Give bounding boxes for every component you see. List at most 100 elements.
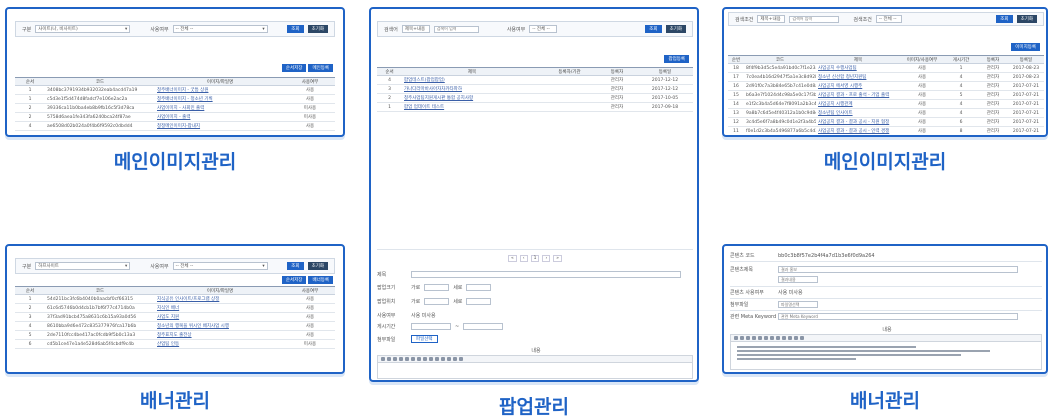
title-link[interactable]: 청소년 신선함 청년지원팀 [816,72,900,82]
search-button[interactable]: 조회 [287,25,304,33]
use-select[interactable]: -- 전체 -- [529,25,558,33]
title-link[interactable]: 사업공지 에서영 시행주 [816,81,900,91]
title-link[interactable]: 사업공지 시행관계 [816,99,900,109]
table-row[interactable]: 2 39336ca11b0ba4eb8b9fb16c5f3d78ca 사업이미지 -… [15,103,335,113]
table-row[interactable]: 5 2de7110fcc4be417ac0fcdb9f5b0c13a3 청주표지도 … [15,330,335,340]
title-link[interactable]: 사업공지 수행사업팀 [816,63,900,73]
undo-icon[interactable] [453,357,457,361]
table-row[interactable]: 3 가나다라마바사아자차카타파하 관리자 2017-12-12 [377,84,693,94]
table-row[interactable]: 139a8b7c6d5e4f40312a1b0c9d8e7f6a5b청소년팀 인… [728,108,1044,118]
underline-icon[interactable] [746,336,750,340]
y-input[interactable] [466,298,492,305]
align-left-icon[interactable] [411,357,415,361]
start-date-input[interactable] [411,323,451,330]
table-icon[interactable] [800,336,804,340]
search-type-select[interactable]: 제목+내용 [757,15,786,23]
list-icon[interactable] [429,357,433,361]
title-link[interactable]: 사업공지 결과 - 결과 공시 - 운영 철정 [816,136,900,138]
redo-icon[interactable] [459,357,463,361]
table-row[interactable]: 14e1f2c3b4a5d64e7f8091a2b3c4d5e6f7사업공지 시… [728,99,1044,109]
use-select[interactable]: -- 전체 -- ▾ [172,262,268,270]
link-icon[interactable] [435,357,439,361]
image-name-link[interactable]: 청정메인이미지-팝내지 [155,121,285,131]
image-name-link[interactable]: 청주배너이미지 - 청소년 기획 [155,94,285,104]
table-row[interactable]: 1 팝업 업데이트 테스트 관리자 2017-09-18 [377,102,693,112]
table-row[interactable]: 177c0ea4b16d2947f5a1e3c8d92b6f0a37청소년 신선… [728,72,1044,82]
last-page-button[interactable]: » [553,254,563,262]
type-select[interactable]: 사이트(나, 비사이트) ▾ [35,25,131,33]
file-select-button[interactable]: 파일선택 [411,335,438,343]
width-input[interactable] [424,284,450,291]
search-button[interactable]: 조회 [996,15,1013,23]
image-name-link[interactable]: 사업이미지 - 출력 [155,112,285,122]
link-icon[interactable] [788,336,792,340]
banner-name-link[interactable]: 지식인 배너 [155,303,285,313]
bold-icon[interactable] [381,357,385,361]
italic-icon[interactable] [740,336,744,340]
align-center-icon[interactable] [770,336,774,340]
use-radio-group[interactable]: 사용 미사용 [778,289,803,296]
table-row[interactable]: 188f4f9b3d5c5e4a91bd0c7f1e23a4b610사업공지 수… [728,63,1044,73]
italic-icon[interactable] [387,357,391,361]
image-name-link[interactable]: 청주배너이미지 - 굿틈 상원 [155,85,285,95]
file-input[interactable]: 파일명선택 [778,301,818,308]
table-row[interactable]: 105b6c7d8e9f0a41b2c3d4e5f6a7b8c9d0사업공지 결… [728,136,1044,138]
keyword-input[interactable]: 검색어 입력 [789,15,840,23]
title-link[interactable]: 사업공지 결과 - 프로 출석 - 기업 출력 [816,90,900,100]
font-color-icon[interactable] [758,336,762,340]
editor-area[interactable] [730,342,1042,370]
align-left-icon[interactable] [764,336,768,340]
keyword-input[interactable]: 검색어 입력 [433,25,479,33]
strike-icon[interactable] [399,357,403,361]
list-icon[interactable] [782,336,786,340]
image-icon[interactable] [441,357,445,361]
popup-title-link[interactable]: 팝업테스트(팝업팝업) [402,75,542,85]
table-row[interactable]: 1 3408bc3791934b932032eab4acd47a19 청주배너이미지… [15,85,335,95]
first-page-button[interactable]: « [507,254,517,262]
align-center-icon[interactable] [417,357,421,361]
title-input[interactable]: 결과 홍보 [778,266,1018,273]
table-row[interactable]: 1 54d211bc3fc6b4040b0aacbf0cf66315 지식공유 인사… [15,294,335,304]
register-button[interactable]: 메인등록 [308,64,333,72]
title-link[interactable]: 사업공지 결과 - 결과 공시 - 지원 협정 [816,117,900,127]
bold-icon[interactable] [734,336,738,340]
search-button[interactable]: 조회 [645,25,662,33]
table-row[interactable]: 2 5758d6aea1fe343fa6240bca24f87ae 사업이미지 - … [15,112,335,122]
title-link[interactable]: 청소년팀 인사이트 [816,108,900,118]
prev-page-button[interactable]: ‹ [519,254,528,262]
table-icon[interactable] [447,357,451,361]
height-input[interactable] [466,284,492,291]
title-sub-input[interactable]: 결과내용 [778,276,818,283]
reset-button[interactable]: 초기화 [307,262,328,270]
page-1-button[interactable]: 1 [530,254,540,262]
reset-button[interactable]: 초기화 [1016,15,1037,23]
table-row[interactable]: 4 ae6508d02b024a0f4b6f9592c0dbdd4 청정메인이미지-… [15,121,335,131]
meta-input[interactable]: 관련 Meta Keyword [778,313,1018,320]
table-row[interactable]: 3 37f3ad91bcb475a8631c6b15a93a0d56 사업도 지원 사… [15,312,335,322]
banner-name-link[interactable]: 청소년의 행복을 위시인 배치사업 시행 [155,321,285,331]
type-select[interactable]: 하프사이트 ▾ [35,262,131,270]
align-right-icon[interactable] [776,336,780,340]
table-row[interactable]: 123c4d5e6f7a8b49c0d1e2f3a4b5c6d7e8사업공지 결… [728,117,1044,127]
save-order-button[interactable]: 순서저장 [281,64,307,72]
image-icon[interactable] [794,336,798,340]
table-row[interactable]: 2 청주사업팀지원게시판 통합 공지사항 관리자 2017-10-05 [377,93,693,103]
image-name-link[interactable]: 사업이미지 - 사회민 출력 [155,103,285,113]
table-row[interactable]: 4 팝업테스트(팝업팝업) 관리자 2017-12-12 [377,75,693,85]
banner-name-link[interactable]: 지식공유 인사이트/프로그램 상정 [155,294,285,304]
underline-icon[interactable] [393,357,397,361]
end-date-input[interactable] [463,323,504,330]
register-button[interactable]: 팝업등록 [664,55,689,63]
table-row[interactable]: 1 c5d3e1f5d474d8fadcf7e106e2ac2a 청주배너이미지 -… [15,94,335,104]
register-button[interactable]: 이미지등록 [1011,43,1040,51]
banner-name-link[interactable]: 청주표지도 출전상 [155,330,285,340]
strike-icon[interactable] [752,336,756,340]
reset-button[interactable]: 초기화 [665,25,686,33]
reset-button[interactable]: 초기화 [307,25,328,33]
table-row[interactable]: 11f0e1d2c3b4a5496877a6b5c4d3e2f1a0사업공지 결… [728,126,1044,135]
use-select[interactable]: -- 전체 -- ▾ [172,25,268,33]
table-row[interactable]: 162d91f0c7a3b84e65b7c41e0d8a9f2c53사업공지 에… [728,81,1044,91]
title-input[interactable] [411,271,681,278]
table-row[interactable]: 15b6a3e7f1024d4c98a5e0c17f3b28d461사업공지 결… [728,90,1044,100]
keyword-type-select[interactable]: 제목+내용 [401,25,430,33]
